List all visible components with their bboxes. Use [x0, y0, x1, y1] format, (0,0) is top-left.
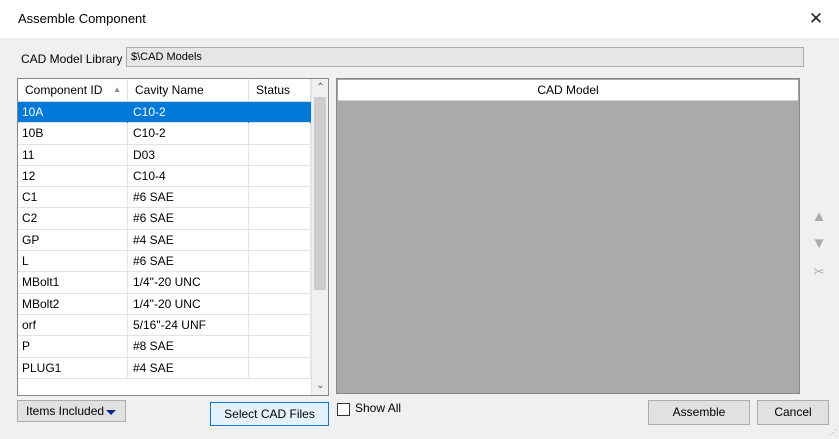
table-row[interactable]: P #8 SAE — [18, 336, 311, 358]
component-id-cell: 12 — [18, 165, 128, 187]
component-id-cell: MBolt1 — [18, 272, 128, 294]
cad-model-panel: CAD Model — [336, 78, 800, 394]
grid-vertical-scrollbar[interactable]: ⌃ ⌄ — [311, 79, 328, 395]
status-cell — [249, 102, 311, 123]
status-cell — [249, 314, 311, 336]
column-header-cavity-name[interactable]: Cavity Name — [128, 79, 249, 101]
cancel-button[interactable]: Cancel — [757, 400, 829, 425]
table-row[interactable]: GP #4 SAE — [18, 229, 311, 252]
column-header-label: Component ID — [25, 83, 103, 97]
cavity-name-cell: C10-4 — [128, 165, 249, 187]
show-all-label: Show All — [355, 401, 402, 415]
status-cell — [249, 251, 311, 273]
status-cell — [249, 293, 311, 315]
status-cell — [249, 336, 311, 358]
component-id-cell: 11 — [18, 144, 128, 166]
table-row[interactable]: PLUG1 #4 SAE — [18, 357, 311, 379]
cavity-name-cell: #6 SAE — [128, 187, 249, 209]
component-grid[interactable]: Component ID ▲ Cavity Name Status 10A C1… — [17, 78, 329, 396]
status-cell — [249, 187, 311, 209]
component-id-cell: PLUG1 — [18, 357, 128, 379]
cavity-name-cell: 1/4"-20 UNC — [128, 293, 249, 315]
component-id-cell: MBolt2 — [18, 293, 128, 315]
sort-ascending-icon: ▲ — [113, 85, 121, 94]
status-cell — [249, 144, 311, 166]
table-row[interactable]: 11 D03 — [18, 144, 311, 166]
cad-model-library-label: CAD Model Library — [21, 52, 123, 66]
resize-grip-icon[interactable]: ⋰ — [829, 428, 837, 437]
cavity-name-cell: #6 SAE — [128, 208, 249, 230]
cavity-name-cell: #8 SAE — [128, 336, 249, 358]
close-icon[interactable]: ✕ — [793, 0, 839, 38]
chevron-down-icon — [106, 410, 116, 415]
cavity-name-cell: 5/16"-24 UNF — [128, 314, 249, 336]
table-row[interactable]: L #6 SAE — [18, 251, 311, 273]
table-row[interactable]: 10B C10-2 — [18, 123, 311, 145]
status-cell — [249, 165, 311, 187]
items-included-label: Items Included — [26, 404, 105, 418]
column-header-label: Cavity Name — [135, 83, 204, 97]
cad-model-library-field[interactable]: $\CAD Models — [126, 47, 804, 67]
select-cad-files-button[interactable]: Select CAD Files — [210, 402, 329, 426]
cavity-name-cell: #6 SAE — [128, 251, 249, 273]
column-header-status[interactable]: Status — [249, 79, 311, 101]
component-id-cell: C1 — [18, 187, 128, 209]
scissors-icon[interactable]: ✂ — [811, 264, 827, 280]
scroll-thumb[interactable] — [314, 97, 326, 290]
cavity-name-cell: D03 — [128, 144, 249, 166]
table-row[interactable]: C1 #6 SAE — [18, 187, 311, 209]
table-row[interactable]: 10A C10-2 — [18, 102, 311, 124]
table-row[interactable]: MBolt1 1/4"-20 UNC — [18, 272, 311, 294]
assemble-button[interactable]: Assemble — [648, 400, 750, 425]
table-row[interactable]: MBolt2 1/4"-20 UNC — [18, 293, 311, 315]
component-id-cell: 10A — [18, 102, 128, 123]
table-row[interactable]: C2 #6 SAE — [18, 208, 311, 230]
component-id-cell: C2 — [18, 208, 128, 230]
column-header-label: Status — [256, 83, 291, 97]
component-id-cell: orf — [18, 314, 128, 336]
status-cell — [249, 229, 311, 251]
cavity-name-cell: C10-2 — [128, 102, 249, 123]
status-cell — [249, 357, 311, 379]
items-included-dropdown[interactable]: Items Included — [17, 400, 126, 422]
table-row[interactable]: orf 5/16"-24 UNF — [18, 314, 311, 337]
title-bar: Assemble Component ✕ — [0, 0, 839, 38]
component-id-cell: 10B — [18, 123, 128, 145]
triangle-down-icon[interactable]: ▼ — [811, 236, 827, 252]
grid-header: Component ID ▲ Cavity Name Status — [18, 79, 311, 102]
status-cell — [249, 123, 311, 145]
component-id-cell: L — [18, 251, 128, 273]
cad-model-header: CAD Model — [338, 80, 798, 101]
cavity-name-cell: C10-2 — [128, 123, 249, 145]
scroll-up-arrow-icon[interactable]: ⌃ — [312, 79, 328, 97]
table-row[interactable]: 12 C10-4 — [18, 165, 311, 188]
cavity-name-cell: #4 SAE — [128, 229, 249, 251]
status-cell — [249, 208, 311, 230]
show-all-checkbox[interactable] — [337, 403, 350, 416]
cavity-name-cell: #4 SAE — [128, 357, 249, 379]
scroll-down-arrow-icon[interactable]: ⌄ — [312, 377, 328, 395]
grid-rows: 10A C10-2 10B C10-2 11 D03 12 C10-4 C1 #… — [18, 102, 311, 379]
triangle-up-icon[interactable]: ▲ — [811, 209, 827, 225]
column-header-component-id[interactable]: Component ID ▲ — [18, 79, 128, 101]
component-id-cell: P — [18, 336, 128, 358]
cavity-name-cell: 1/4"-20 UNC — [128, 272, 249, 294]
status-cell — [249, 272, 311, 294]
window-title: Assemble Component — [18, 11, 146, 26]
component-id-cell: GP — [18, 229, 128, 251]
